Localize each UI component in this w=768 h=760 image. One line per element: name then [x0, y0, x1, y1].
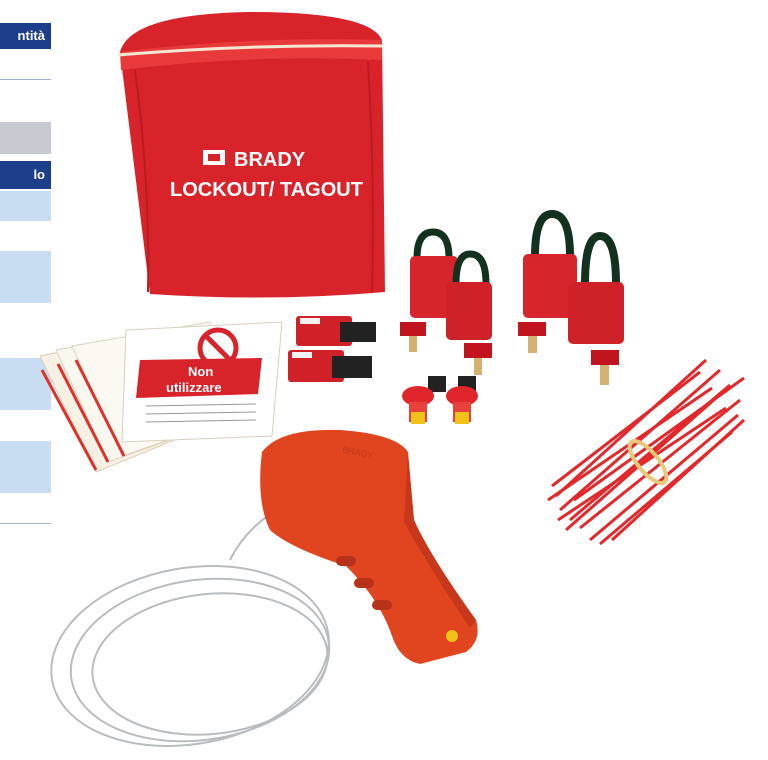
safety-tag-front: Non utilizzare [121, 321, 283, 443]
key [400, 322, 426, 352]
key [591, 350, 619, 385]
bag-title: LOCKOUT/ TAGOUT [170, 179, 363, 201]
padlock [568, 231, 624, 344]
plug-lockout-group [402, 376, 478, 424]
safety-tag-stack: Non utilizzare [39, 321, 283, 473]
cable-ties-bundle [547, 358, 746, 546]
bag-brand: BRADY [234, 149, 306, 171]
breaker-lockout [288, 350, 372, 382]
cable-lockout-tool: BRADY [260, 429, 478, 664]
plug-lockout [402, 376, 446, 424]
lockout-bag: BRADY LOCKOUT/ TAGOUT [117, 12, 385, 298]
breaker-lockout-group [288, 316, 376, 382]
padlock-group [410, 209, 624, 344]
key [464, 343, 492, 375]
tag-text-line1: Non [188, 364, 213, 379]
tag-text-line2: utilizzare [166, 380, 222, 395]
lockout-kit-photo: BRADY LOCKOUT/ TAGOUT Non utilizzare BRA… [39, 12, 746, 748]
plug-lockout [446, 376, 478, 424]
key [518, 322, 546, 353]
breaker-lockout [296, 316, 376, 346]
